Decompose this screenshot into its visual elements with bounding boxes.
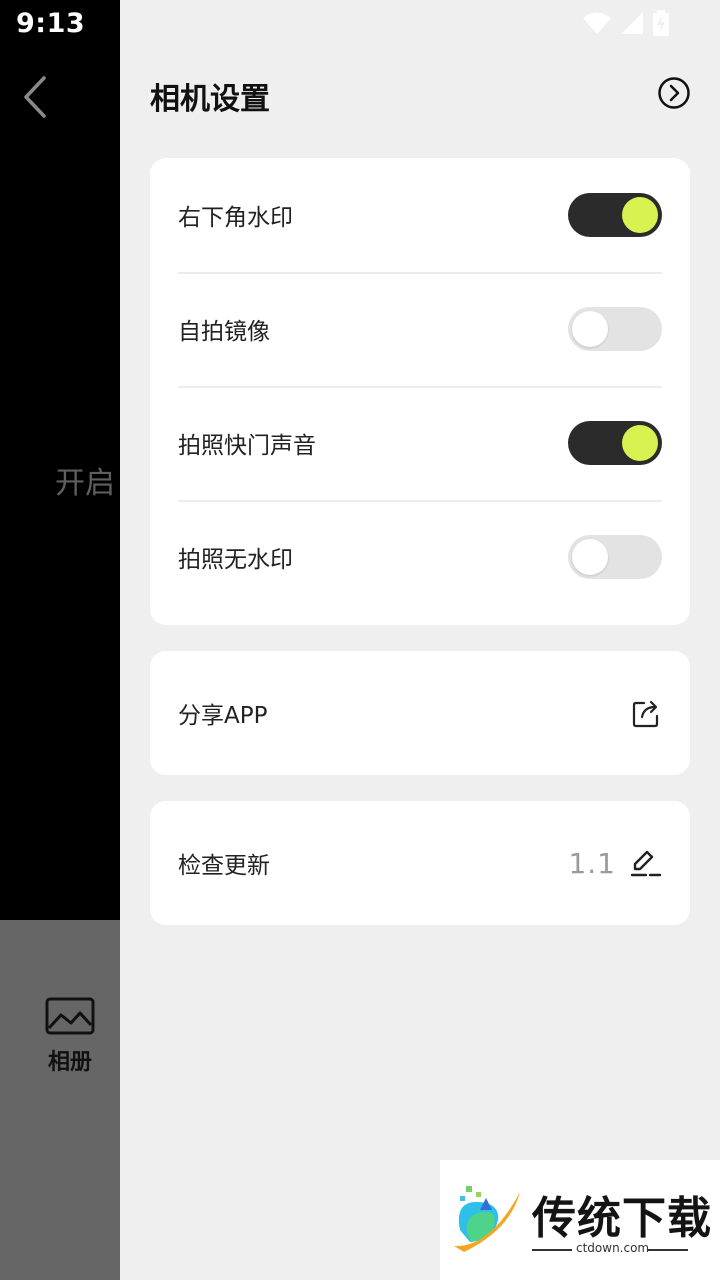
panel-header: 相机设置 <box>150 72 690 120</box>
open-camera-text: 开启 <box>55 466 115 501</box>
watermark-domain: ctdown.com <box>576 1241 650 1255</box>
watermark-divider-right <box>648 1249 688 1251</box>
brand-logo-icon <box>454 1186 520 1252</box>
back-arrow-icon[interactable] <box>18 74 58 120</box>
toggle-knob <box>572 539 608 575</box>
settings-panel: 相机设置 右下角水印 自拍镜像 拍照快门声音 拍照无水印 分享APP 检查更新 … <box>120 0 720 1280</box>
wifi-icon <box>583 12 611 34</box>
album-label: 相册 <box>47 1050 92 1075</box>
page-title: 相机设置 <box>150 82 270 117</box>
album-button[interactable]: 相册 <box>20 996 120 1086</box>
toggle-knob <box>622 425 658 461</box>
edit-pen-icon[interactable] <box>630 847 662 879</box>
update-row[interactable]: 检查更新 1.1 <box>178 801 662 925</box>
toggle-knob <box>572 311 608 347</box>
update-card[interactable]: 检查更新 1.1 <box>150 801 690 925</box>
setting-row-no-watermark: 拍照无水印 <box>150 500 690 614</box>
toggle-settings-card: 右下角水印 自拍镜像 拍照快门声音 拍照无水印 <box>150 158 690 625</box>
share-icon[interactable] <box>632 698 662 728</box>
watermark-divider-left <box>532 1249 572 1251</box>
share-label: 分享APP <box>178 703 268 729</box>
setting-row-selfie-mirror: 自拍镜像 <box>150 272 690 386</box>
setting-label: 拍照快门声音 <box>178 433 316 459</box>
watermark-toggle[interactable] <box>568 193 662 237</box>
setting-label: 自拍镜像 <box>178 319 270 345</box>
selfie-mirror-toggle[interactable] <box>568 307 662 351</box>
watermark-brand-text: 传统下载 <box>532 1193 712 1244</box>
setting-label: 右下角水印 <box>178 205 293 231</box>
share-row[interactable]: 分享APP <box>178 651 662 775</box>
site-watermark: 传统下载 ctdown.com <box>440 1160 720 1280</box>
shutter-sound-toggle[interactable] <box>568 421 662 465</box>
chevron-right-circle-icon[interactable] <box>657 76 691 110</box>
status-icons <box>582 10 670 36</box>
setting-row-watermark: 右下角水印 <box>150 158 690 272</box>
update-label: 检查更新 <box>178 853 270 879</box>
status-time: 9:13 <box>16 8 86 39</box>
setting-label: 拍照无水印 <box>178 547 293 573</box>
battery-charging-icon <box>653 10 669 36</box>
toggle-knob <box>622 197 658 233</box>
camera-bottom-bar <box>0 920 120 1280</box>
signal-icon <box>621 12 643 34</box>
version-text: 1.1 <box>568 846 616 880</box>
image-icon <box>45 997 95 1035</box>
setting-row-shutter-sound: 拍照快门声音 <box>150 386 690 500</box>
no-watermark-toggle[interactable] <box>568 535 662 579</box>
share-card[interactable]: 分享APP <box>150 651 690 775</box>
